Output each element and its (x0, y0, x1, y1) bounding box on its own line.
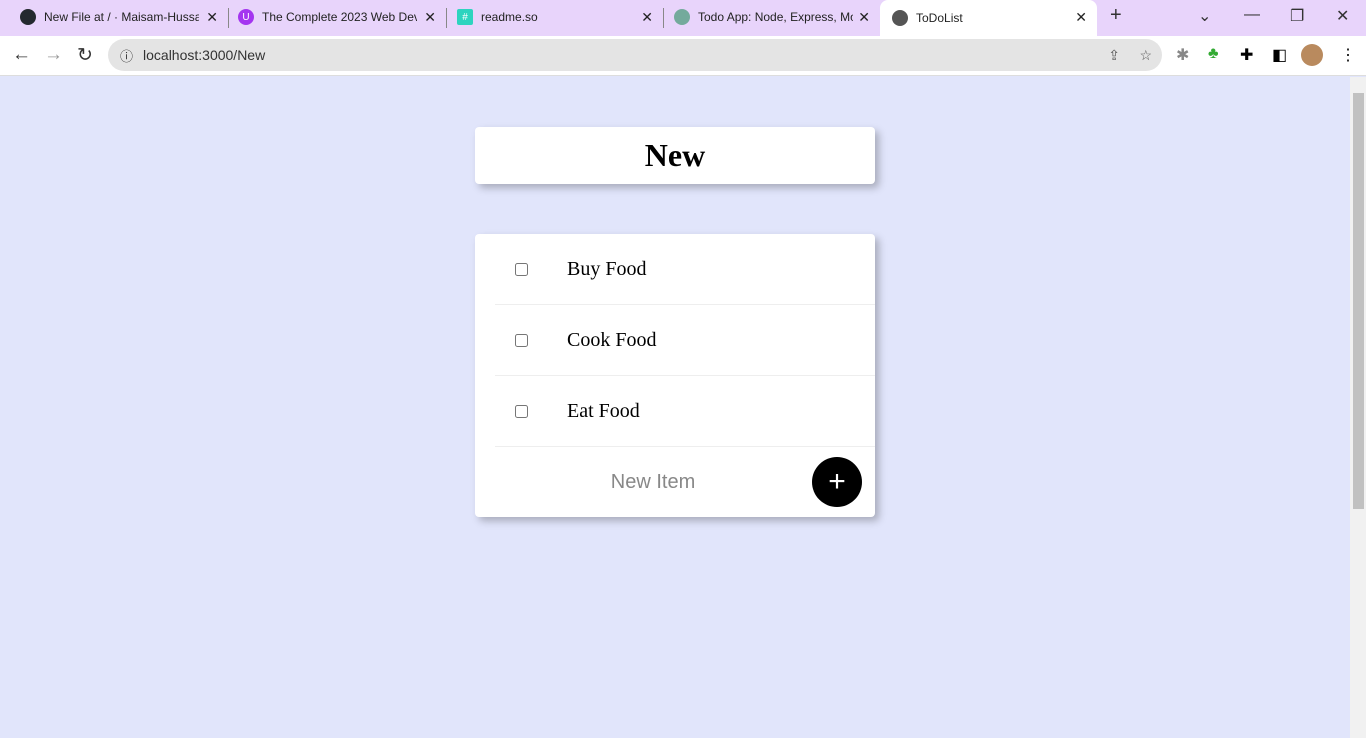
add-item-button[interactable]: + (812, 457, 862, 507)
todo-list-card: Buy Food Cook Food Eat Food + (475, 234, 875, 517)
side-panel-icon[interactable]: ◧ (1272, 45, 1287, 65)
share-icon[interactable]: ⇪ (1108, 47, 1120, 64)
readme-icon: # (457, 9, 473, 25)
new-item-input[interactable] (515, 461, 791, 503)
udemy-icon: U (238, 9, 254, 25)
item-text: Buy Food (567, 257, 647, 280)
item-checkbox[interactable] (515, 262, 528, 276)
chatgpt-icon (674, 9, 690, 25)
tab-readme[interactable]: # readme.so ✕ (437, 0, 664, 34)
item-text: Cook Food (567, 328, 657, 351)
tab-title: ToDoList (916, 11, 963, 25)
info-icon: ⓘ (120, 48, 134, 64)
forward-button[interactable]: → (44, 44, 63, 66)
tab-title: The Complete 2023 Web Dev (262, 10, 417, 24)
bug-extension-icon[interactable]: ✱ (1176, 45, 1189, 65)
tab-github[interactable]: New File at / · Maisam-Hussa ✕ (0, 0, 229, 34)
close-tab-icon[interactable]: ✕ (641, 9, 653, 26)
list-item: Buy Food (495, 234, 875, 305)
bookmark-star-icon[interactable]: ☆ (1139, 47, 1152, 64)
list-item: Eat Food (495, 376, 875, 447)
github-icon (20, 9, 36, 25)
list-title-card: New (475, 127, 875, 184)
url-text: localhost:3000/New (143, 47, 266, 63)
back-button[interactable]: ← (12, 44, 31, 66)
close-window-button[interactable]: ✕ (1336, 6, 1349, 26)
scrollbar-thumb[interactable] (1353, 93, 1364, 509)
html-tree-extension-icon[interactable]: ♣ (1208, 45, 1219, 63)
profile-avatar[interactable] (1301, 44, 1323, 66)
globe-icon (892, 10, 908, 26)
tab-title: New File at / · Maisam-Hussa (44, 10, 199, 24)
tab-chatgpt[interactable]: Todo App: Node, Express, Mo ✕ (654, 0, 880, 34)
address-bar[interactable]: ⓘ localhost:3000/New ⇪ ☆ (108, 39, 1162, 71)
item-text: Eat Food (567, 399, 640, 422)
minimize-button[interactable]: — (1244, 6, 1260, 24)
reload-button[interactable]: ↻ (77, 44, 93, 67)
item-checkbox[interactable] (515, 404, 528, 418)
extensions-puzzle-icon[interactable]: ✚ (1240, 45, 1253, 65)
tab-bar: New File at / · Maisam-Hussa ✕ U The Compl… (0, 0, 1366, 36)
new-tab-button[interactable]: + (1110, 4, 1122, 27)
page-title: New (644, 137, 706, 173)
close-tab-icon[interactable]: ✕ (206, 9, 218, 26)
restore-button[interactable]: ❐ (1290, 6, 1304, 26)
item-checkbox[interactable] (515, 333, 528, 347)
tab-title: readme.so (481, 10, 538, 24)
vertical-scrollbar[interactable] (1350, 77, 1366, 738)
browser-toolbar: ← → ↻ ⓘ localhost:3000/New ⇪ ☆ ✱ ♣ ✚ ◧ ⋮ (0, 36, 1366, 76)
close-tab-icon[interactable]: ✕ (858, 9, 870, 26)
close-tab-icon[interactable]: ✕ (1075, 9, 1087, 26)
tab-title: Todo App: Node, Express, Mo (698, 10, 853, 24)
list-item: Cook Food (495, 305, 875, 376)
tab-search-icon[interactable]: ⌄ (1198, 6, 1211, 26)
close-tab-icon[interactable]: ✕ (424, 9, 436, 26)
tab-udemy[interactable]: U The Complete 2023 Web Dev ✕ (218, 0, 447, 34)
tab-todolist[interactable]: ToDoList ✕ (880, 0, 1097, 36)
menu-kebab-icon[interactable]: ⋮ (1340, 45, 1356, 65)
